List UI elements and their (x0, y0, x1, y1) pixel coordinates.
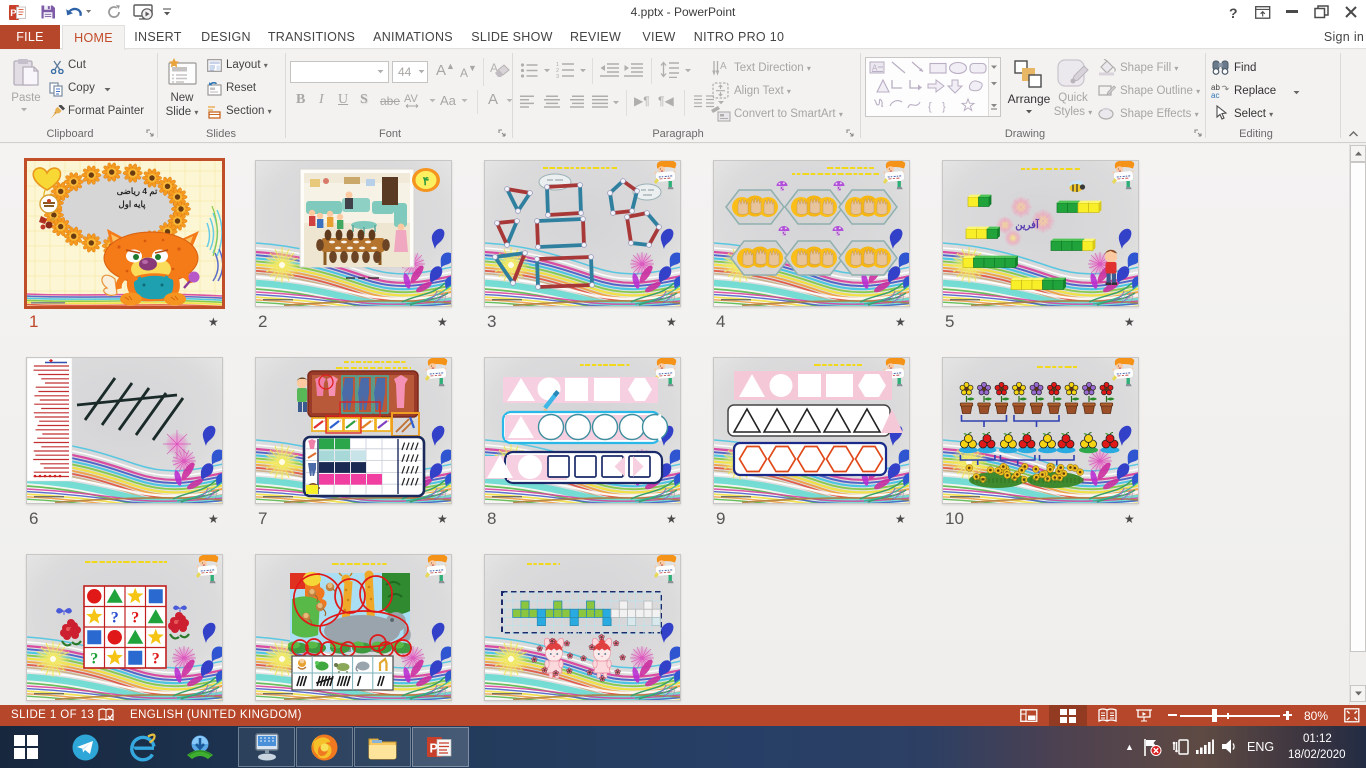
svg-text:?: ? (90, 650, 98, 667)
svg-text:آفرین: آفرین (1015, 218, 1040, 231)
svg-text:۴: ۴ (423, 174, 429, 188)
svg-text:AV: AV (404, 93, 419, 105)
svg-text:?: ? (1229, 5, 1238, 20)
svg-text:3: 3 (556, 74, 559, 79)
svg-text:ac: ac (1211, 91, 1219, 98)
svg-text:}: } (942, 101, 946, 113)
svg-text:?: ? (152, 650, 160, 667)
svg-text:{: { (928, 101, 932, 113)
svg-text:P: P (430, 742, 438, 756)
svg-text:A: A (720, 61, 727, 72)
svg-text:?: ? (111, 609, 119, 626)
svg-text:?: ? (131, 609, 139, 626)
